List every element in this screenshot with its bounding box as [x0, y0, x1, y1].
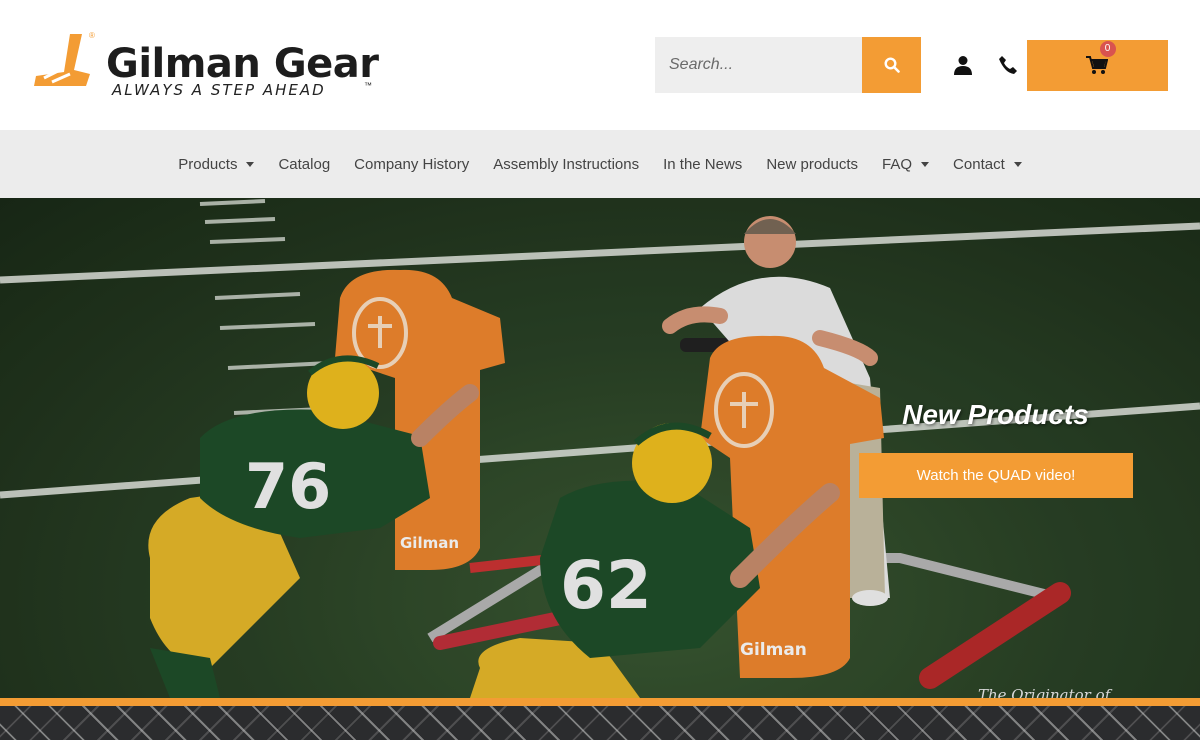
logo-wordmark: Gilman Gear: [106, 41, 379, 87]
cart-button[interactable]: 0: [1027, 40, 1168, 91]
hero-title: New Products: [902, 399, 1089, 430]
nav-item-label: In the News: [663, 155, 743, 173]
nav-item-company-history[interactable]: Company History: [342, 156, 481, 173]
search-button[interactable]: [862, 37, 921, 93]
user-icon: [954, 56, 972, 75]
nav-item-label: Products: [178, 155, 238, 173]
logo-tagline: ALWAYS A STEP AHEAD: [112, 81, 326, 99]
cart-icon-wrapper: 0: [1085, 40, 1116, 77]
accent-stripe: [0, 698, 1200, 706]
nav-list: Products Catalog Company History Assembly I…: [0, 130, 1200, 198]
diamond-plate-band: [0, 706, 1200, 740]
search-icon: [883, 57, 900, 73]
nav-item-catalog[interactable]: Catalog: [266, 156, 342, 173]
watch-quad-video-button[interactable]: Watch the QUAD video!: [859, 453, 1133, 498]
nav-item-new-products[interactable]: New products: [754, 156, 870, 173]
hero-script-caption: The Originator of: [978, 686, 1111, 698]
account-button[interactable]: [948, 50, 978, 80]
logo-registered-mark: ®: [89, 31, 95, 40]
phone-button[interactable]: [993, 50, 1023, 80]
nav-item-label: Company History: [354, 155, 470, 173]
chevron-down-icon[interactable]: [921, 161, 930, 167]
nav-item-label: New products: [766, 155, 859, 173]
nav-item-label: Contact: [953, 155, 1005, 173]
site-header: ® Gilman Gear ALWAYS A STEP AHEAD ™ Sear…: [0, 0, 1200, 130]
logo-trademark: ™: [364, 81, 372, 90]
cart-count-badge: 0: [1099, 40, 1116, 57]
hero-image: Gilman Gilman 76 62: [0, 198, 1200, 698]
nav-item-faq[interactable]: FAQ: [870, 156, 941, 173]
hero-banner: Gilman Gilman 76 62 New Products Watch t…: [0, 198, 1200, 698]
phone-icon: [999, 56, 1017, 74]
search-input[interactable]: [655, 37, 862, 93]
main-navigation: Products Catalog Company History Assembly I…: [0, 130, 1200, 198]
chevron-down-icon[interactable]: [246, 161, 255, 167]
nav-item-in-the-news[interactable]: In the News: [651, 156, 754, 173]
nav-item-assembly-instructions[interactable]: Assembly Instructions: [481, 156, 651, 173]
cart-icon: [1085, 55, 1108, 74]
nav-item-label: Catalog: [278, 155, 331, 173]
nav-item-contact[interactable]: Contact: [941, 156, 1034, 173]
nav-item-label: FAQ: [882, 155, 913, 173]
nav-item-label: Assembly Instructions: [493, 155, 640, 173]
site-logo[interactable]: ® Gilman Gear ALWAYS A STEP AHEAD ™: [30, 30, 380, 104]
chevron-down-icon[interactable]: [1013, 161, 1022, 167]
nav-item-products[interactable]: Products: [166, 156, 266, 173]
